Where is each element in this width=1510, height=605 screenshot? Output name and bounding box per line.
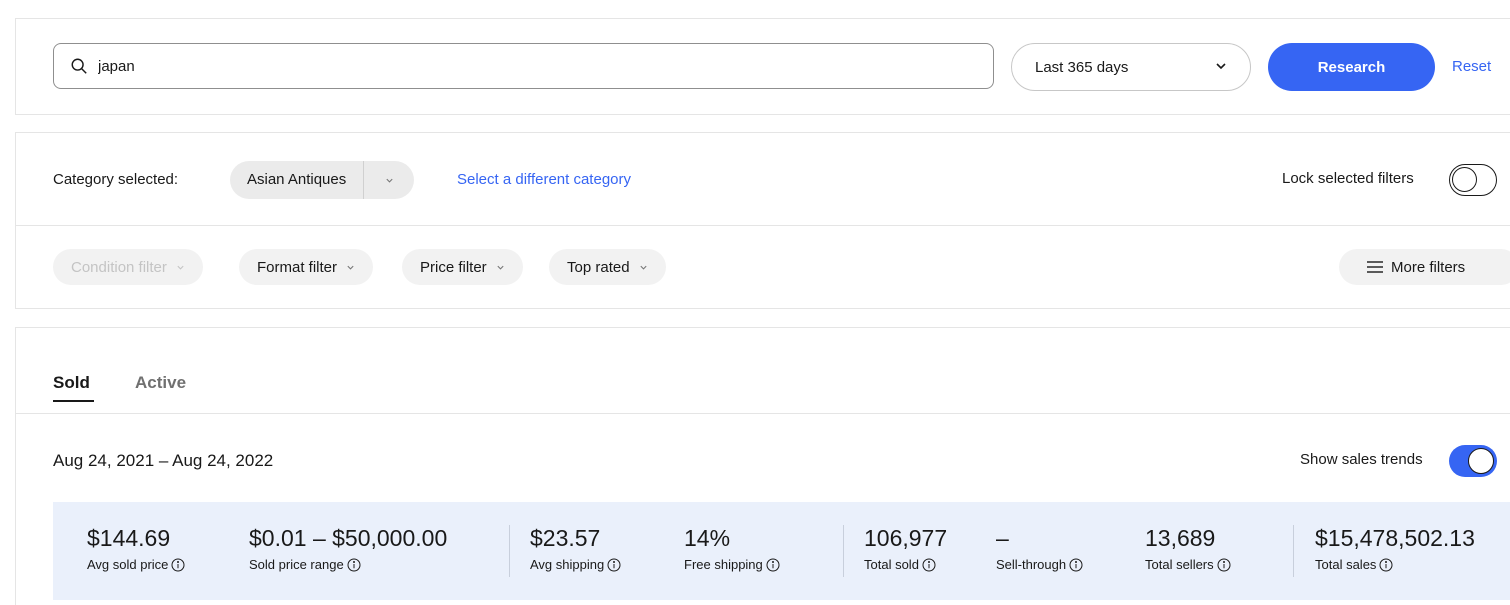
- stat-value: $0.01 – $50,000.00: [249, 525, 448, 551]
- category-label: Category selected:: [53, 171, 179, 188]
- search-box[interactable]: [53, 43, 994, 89]
- stats-divider: [509, 525, 510, 577]
- chevron-down-icon: [1216, 63, 1226, 70]
- search-panel: Last 365 days Research Reset: [15, 18, 1510, 115]
- condition-filter-label: Condition filter: [71, 258, 167, 276]
- stat-value: 14%: [684, 525, 731, 551]
- price-filter-chip[interactable]: Price filter: [402, 249, 523, 285]
- stat-value: $23.57: [530, 525, 601, 551]
- divider: [16, 413, 1510, 414]
- stat-label: Sell-through: [996, 557, 1083, 572]
- category-name: Asian Antiques: [247, 171, 347, 188]
- info-icon[interactable]: [1217, 558, 1231, 572]
- results-date-range: Aug 24, 2021 – Aug 24, 2022: [53, 451, 274, 470]
- info-icon[interactable]: [171, 558, 185, 572]
- category-dropdown-button[interactable]: [364, 161, 414, 199]
- price-filter-label: Price filter: [420, 258, 487, 276]
- toggle-knob: [1468, 448, 1494, 474]
- tab-selected-indicator: [53, 400, 94, 402]
- reset-link[interactable]: Reset: [1452, 58, 1491, 75]
- divider: [16, 225, 1510, 226]
- top-rated-label: Top rated: [567, 258, 630, 276]
- search-icon: [71, 58, 87, 74]
- stat-label: Sold price range: [249, 557, 447, 572]
- stat-value: 13,689: [1145, 525, 1216, 551]
- stat-label-text: Avg sold price: [87, 557, 169, 572]
- stat-value: $15,478,502.13: [1315, 525, 1475, 551]
- stat-label-text: Total sold: [864, 557, 919, 572]
- stat-free-shipping: 14% Free shipping: [684, 524, 780, 572]
- tab-active[interactable]: Active: [135, 373, 186, 393]
- lock-filters-toggle[interactable]: [1449, 164, 1497, 196]
- filter-panel: Category selected: Asian Antiques Select…: [15, 132, 1510, 309]
- format-filter-chip[interactable]: Format filter: [239, 249, 374, 285]
- stat-label-text: Total sales: [1315, 557, 1377, 572]
- search-input[interactable]: [98, 57, 958, 75]
- top-rated-chip[interactable]: Top rated: [549, 249, 666, 285]
- info-icon[interactable]: [607, 558, 621, 572]
- date-range-select-value: Last 365 days: [1035, 58, 1129, 76]
- stat-avg-sold-price: $144.69 Avg sold price: [87, 524, 185, 572]
- stat-label: Avg shipping: [530, 557, 621, 572]
- stat-total-sales: $15,478,502.13 Total sales: [1315, 524, 1475, 572]
- lock-filters-label: Lock selected filters: [1282, 170, 1414, 187]
- stat-label: Free shipping: [684, 557, 780, 572]
- date-range-select[interactable]: Last 365 days: [1011, 43, 1251, 91]
- stat-total-sellers: 13,689 Total sellers: [1145, 524, 1231, 572]
- info-icon[interactable]: [766, 558, 780, 572]
- stat-label: Total sellers: [1145, 557, 1231, 572]
- sales-trends-toggle[interactable]: [1449, 445, 1497, 477]
- stat-sold-price-range: $0.01 – $50,000.00 Sold price range: [249, 524, 447, 572]
- stats-bar: $144.69 Avg sold price $0.01 – $50,000.0…: [53, 502, 1510, 600]
- chevron-down-icon: [497, 265, 504, 270]
- info-icon[interactable]: [347, 558, 361, 572]
- stat-label-text: Total sellers: [1145, 557, 1214, 572]
- chevron-down-icon: [177, 265, 184, 270]
- research-button[interactable]: Research: [1268, 43, 1435, 91]
- tab-sold[interactable]: Sold: [53, 373, 90, 393]
- stat-avg-shipping: $23.57 Avg shipping: [530, 524, 621, 572]
- select-different-category-link[interactable]: Select a different category: [457, 171, 631, 188]
- stat-value: 106,977: [864, 525, 948, 551]
- category-pill[interactable]: Asian Antiques: [230, 161, 415, 199]
- info-icon[interactable]: [1379, 558, 1393, 572]
- info-icon[interactable]: [922, 558, 936, 572]
- stat-label-text: Free shipping: [684, 557, 763, 572]
- chevron-down-icon: [347, 265, 354, 270]
- stat-value: –: [996, 525, 1009, 551]
- condition-filter-chip[interactable]: Condition filter: [53, 249, 203, 285]
- format-filter-label: Format filter: [257, 258, 338, 276]
- stats-divider: [1293, 525, 1294, 577]
- stat-label: Total sold: [864, 557, 947, 572]
- stat-label: Total sales: [1315, 557, 1475, 572]
- toggle-knob: [1452, 167, 1477, 192]
- stat-value: $144.69: [87, 525, 171, 551]
- more-filters-button[interactable]: More filters: [1339, 249, 1510, 285]
- stat-label-text: Avg shipping: [530, 557, 605, 572]
- stat-label-text: Sold price range: [249, 557, 344, 572]
- info-icon[interactable]: [1069, 558, 1083, 572]
- sales-trends-label: Show sales trends: [1300, 451, 1423, 468]
- chevron-down-icon: [386, 178, 393, 183]
- stat-total-sold: 106,977 Total sold: [864, 524, 947, 572]
- stat-sell-through: – Sell-through: [996, 524, 1083, 572]
- menu-icon: [1367, 261, 1383, 273]
- results-panel: Sold Active Aug 24, 2021 – Aug 24, 2022 …: [15, 327, 1510, 605]
- stat-label-text: Sell-through: [996, 557, 1067, 572]
- stats-divider: [843, 525, 844, 577]
- stat-label: Avg sold price: [87, 557, 185, 572]
- more-filters-label: More filters: [1391, 258, 1466, 276]
- chevron-down-icon: [639, 265, 647, 270]
